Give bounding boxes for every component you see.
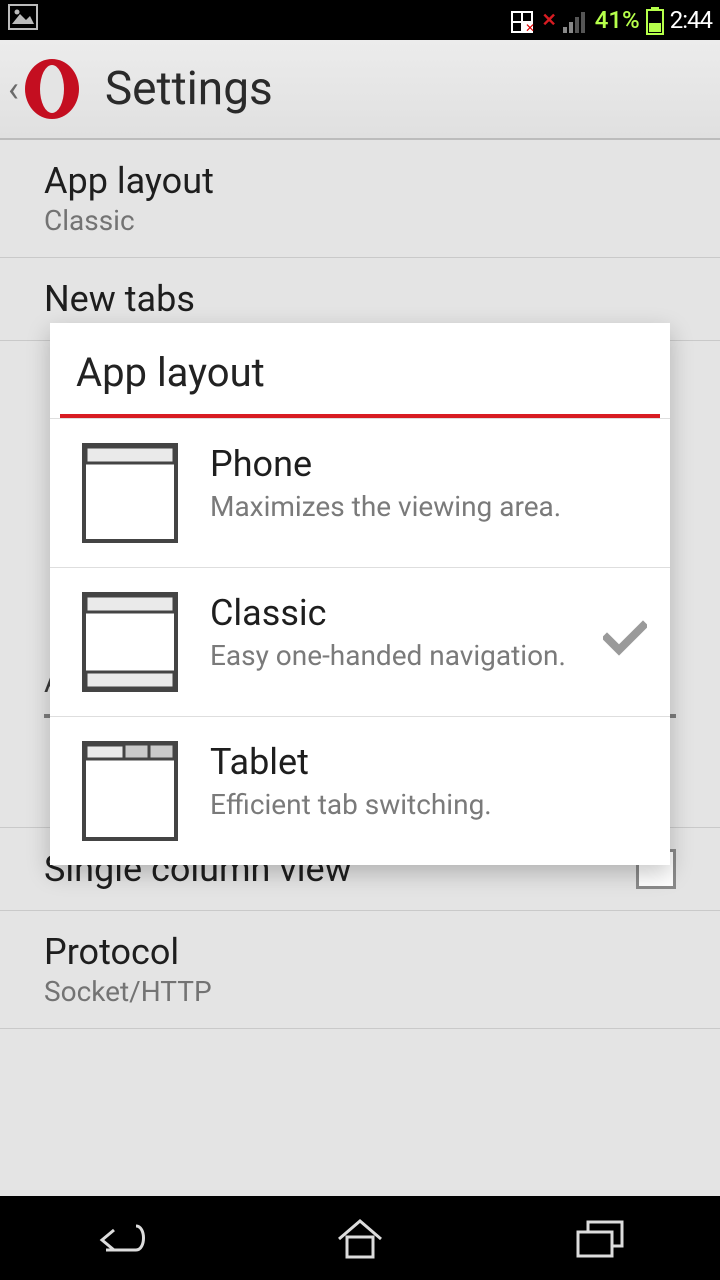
option-desc: Efficient tab switching. <box>210 787 600 822</box>
setting-value: Socket/HTTP <box>44 975 212 1008</box>
battery-percent: 41% <box>595 6 640 34</box>
option-desc: Maximizes the viewing area. <box>210 489 600 524</box>
app-header: ‹ Settings <box>0 40 720 140</box>
app-layout-dialog: App layout Phone Maximizes the viewing a… <box>50 323 670 865</box>
signal-icon <box>563 6 589 34</box>
layout-option-classic[interactable]: Classic Easy one-handed navigation. <box>50 567 670 716</box>
setting-app-layout[interactable]: App layout Classic <box>0 140 720 258</box>
data-icon: ✕ <box>510 6 536 34</box>
setting-title: New tabs <box>44 278 195 320</box>
tablet-layout-icon <box>80 741 180 841</box>
setting-title: App layout <box>44 160 214 202</box>
svg-text:✕: ✕ <box>525 21 535 34</box>
setting-value: Classic <box>44 204 214 237</box>
recent-apps-button[interactable] <box>545 1208 655 1268</box>
statusbar: ✕ ✕ 41% 2:44 <box>0 0 720 40</box>
page-title: Settings <box>105 62 273 116</box>
phone-layout-icon <box>80 443 180 543</box>
option-title: Classic <box>210 592 600 634</box>
back-chevron-icon[interactable]: ‹ <box>8 68 19 110</box>
classic-layout-icon <box>80 592 180 692</box>
option-title: Phone <box>210 443 600 485</box>
option-desc: Easy one-handed navigation. <box>210 638 600 673</box>
dialog-title: App layout <box>50 323 670 414</box>
checkmark-icon <box>600 620 650 656</box>
picture-icon <box>8 4 38 36</box>
setting-title: Protocol <box>44 931 212 973</box>
no-signal-icon: ✕ <box>542 10 557 31</box>
layout-option-tablet[interactable]: Tablet Efficient tab switching. <box>50 716 670 865</box>
clock: 2:44 <box>670 6 712 34</box>
system-navbar <box>0 1196 720 1280</box>
home-button[interactable] <box>305 1208 415 1268</box>
battery-icon <box>646 5 664 35</box>
option-title: Tablet <box>210 741 600 783</box>
setting-protocol[interactable]: Protocol Socket/HTTP <box>0 911 720 1029</box>
layout-option-phone[interactable]: Phone Maximizes the viewing area. <box>50 418 670 567</box>
opera-logo-icon[interactable] <box>23 58 81 120</box>
back-button[interactable] <box>65 1208 175 1268</box>
